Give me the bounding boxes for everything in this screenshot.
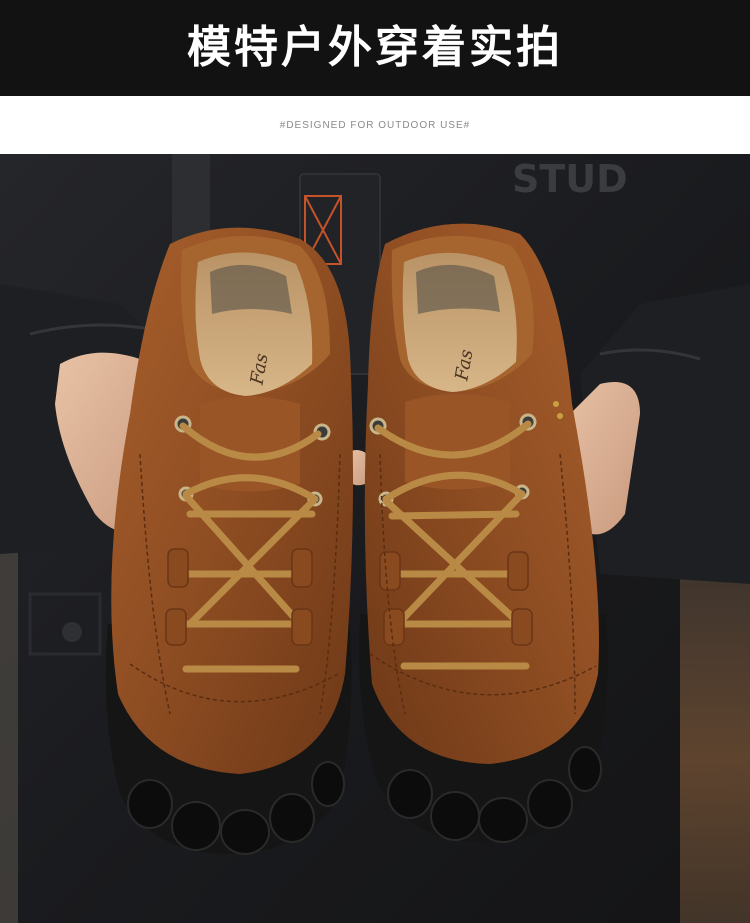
- jacket-print-text: STUD: [512, 157, 628, 201]
- product-photo: STUD Fas Fas: [0, 154, 750, 923]
- tagline-text: #DESIGNED FOR OUTDOOR USE#: [279, 119, 471, 131]
- header-banner: 模特户外穿着实拍: [0, 0, 750, 96]
- subheader-band: #DESIGNED FOR OUTDOOR USE#: [0, 96, 750, 154]
- page-title: 模特户外穿着实拍: [187, 22, 563, 73]
